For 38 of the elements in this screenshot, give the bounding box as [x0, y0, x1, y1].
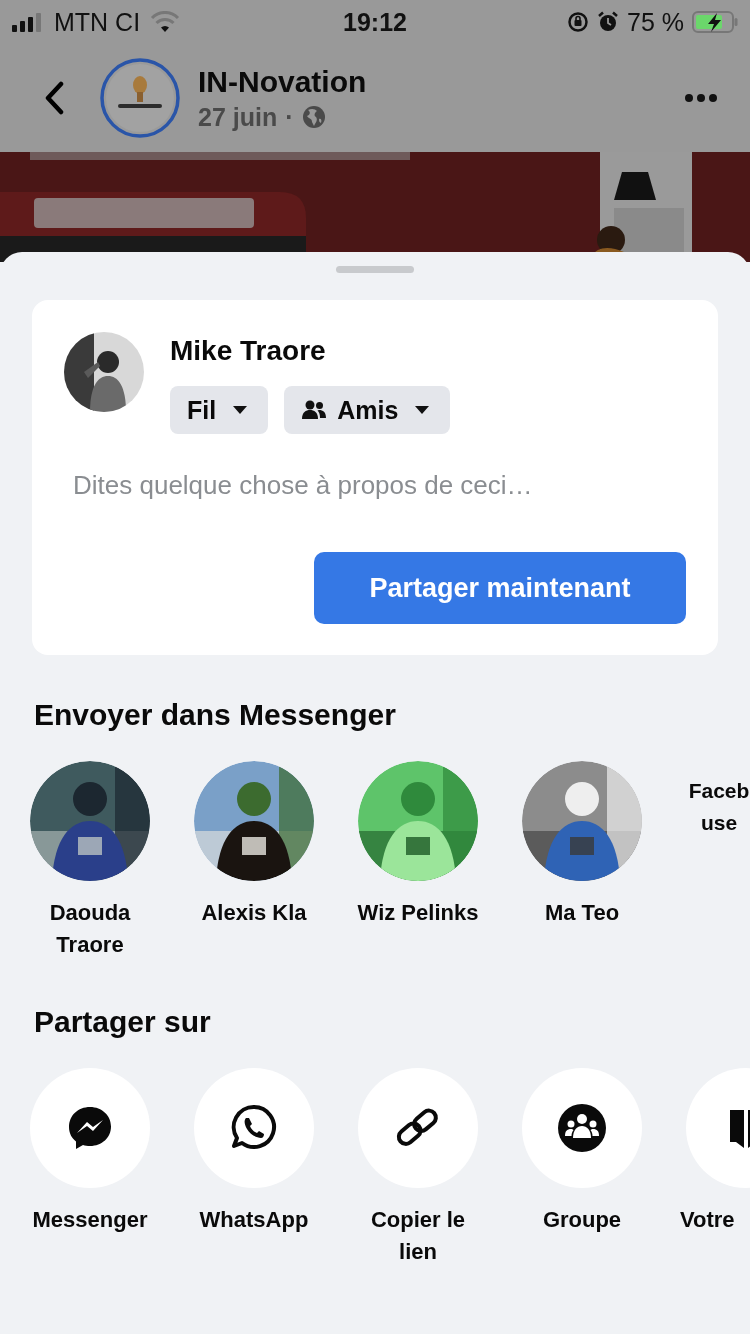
signal-icon	[12, 12, 44, 32]
audience-dropdown[interactable]: Amis	[284, 386, 451, 434]
carrier-name: MTN CI	[54, 7, 141, 37]
drag-handle[interactable]	[336, 266, 414, 273]
caret-icon	[414, 405, 431, 415]
whatsapp-icon	[230, 1104, 278, 1152]
contact-name[interactable]: Ma Teo	[544, 897, 620, 929]
share-option[interactable]: Votre	[671, 1068, 750, 1268]
contact-name[interactable]: Daouda Traore	[20, 897, 160, 961]
contact-name[interactable]: Alexis Kla	[201, 897, 307, 929]
user-name: Mike Traore	[170, 334, 327, 368]
messenger-icon	[67, 1105, 113, 1151]
more-icon[interactable]	[684, 93, 718, 103]
battery-icon	[692, 11, 738, 33]
share-option[interactable]: Groupe	[507, 1068, 657, 1268]
group-icon	[558, 1104, 606, 1152]
people-icon	[301, 400, 328, 420]
share-option[interactable]: WhatsApp	[179, 1068, 329, 1268]
share-option[interactable]: Copier le lien	[343, 1068, 493, 1268]
contact-name[interactable]: Wiz Pelinks	[357, 897, 479, 929]
comment-field[interactable]: Dites quelque chose à propos de ceci…	[64, 467, 686, 503]
separator-dot: ·	[285, 102, 294, 132]
clock-time: 19:12	[343, 7, 407, 37]
share-option[interactable]: Messenger	[15, 1068, 165, 1268]
share-now-button[interactable]: Partager maintenant	[314, 552, 686, 624]
caret-icon	[232, 405, 249, 415]
rotation-lock-icon	[567, 11, 589, 33]
page-name[interactable]: IN-Novation	[198, 64, 684, 99]
globe-icon	[301, 105, 326, 129]
back-icon[interactable]	[43, 81, 65, 115]
audience-dropdown[interactable]: Fil	[170, 386, 269, 434]
section-title: Partager sur	[34, 1006, 212, 1038]
contact-name[interactable]: Faceb use	[688, 775, 750, 839]
battery-percent: 75 %	[627, 7, 684, 37]
wifi-icon	[150, 11, 181, 33]
post-date: 27 juin	[198, 102, 278, 132]
alarm-icon	[597, 11, 619, 33]
section-title: Envoyer dans Messenger	[34, 699, 397, 731]
